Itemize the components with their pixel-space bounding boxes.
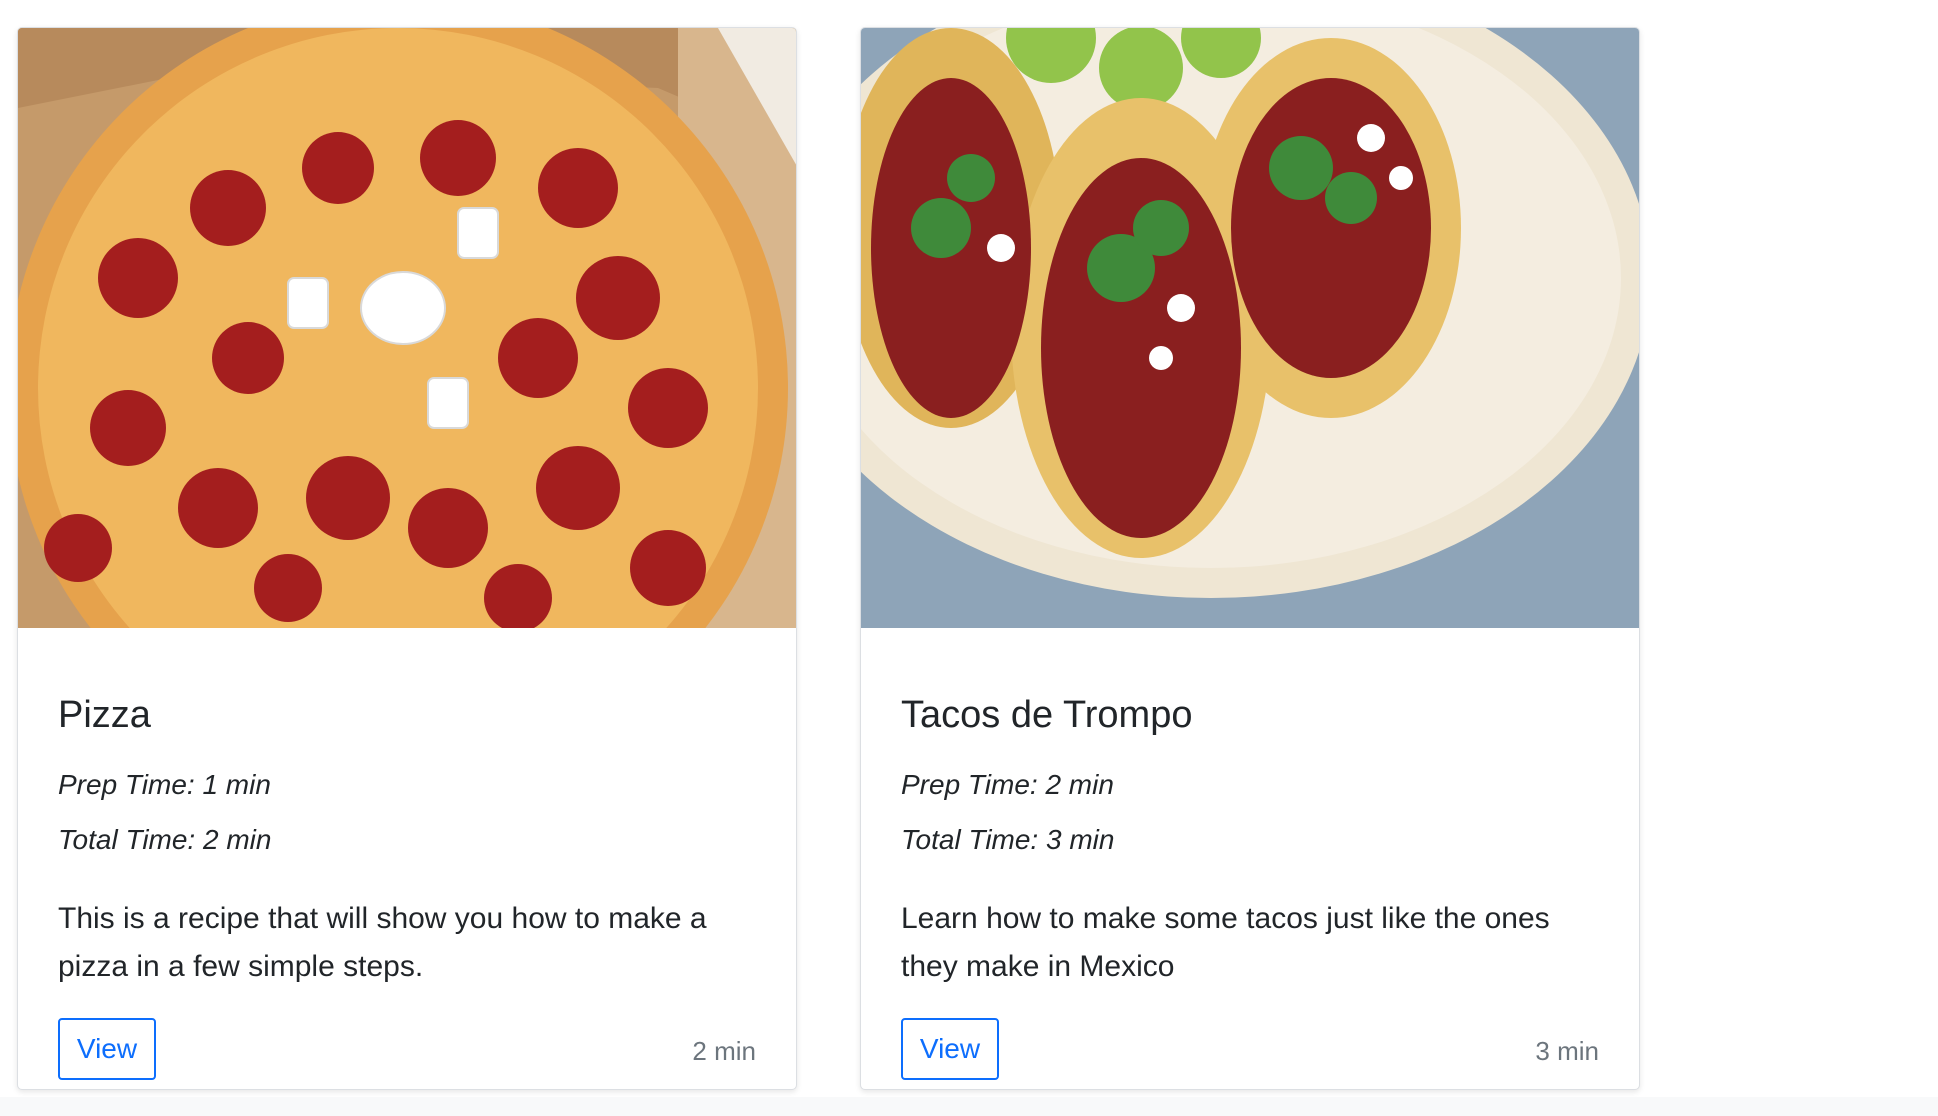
view-button[interactable]: View bbox=[901, 1018, 999, 1080]
pizza-image bbox=[18, 28, 796, 628]
total-time: Total Time: 3 min bbox=[901, 824, 1115, 855]
card-description: Learn how to make some tacos just like t… bbox=[901, 902, 1550, 983]
page-bottom-strip bbox=[0, 1097, 1938, 1116]
time-note: 3 min bbox=[1535, 1036, 1599, 1066]
card-body: Pizza Prep Time: 1 min Total Time: 2 min… bbox=[58, 628, 756, 1089]
tacos-image bbox=[861, 28, 1639, 628]
prep-time: Prep Time: 1 min bbox=[58, 769, 271, 800]
card-title: Pizza bbox=[58, 694, 151, 736]
page: Pizza Prep Time: 1 min Total Time: 2 min… bbox=[0, 0, 1938, 1116]
time-note: 2 min bbox=[692, 1036, 756, 1066]
recipe-card-pizza: Pizza Prep Time: 1 min Total Time: 2 min… bbox=[17, 27, 797, 1090]
recipe-card-tacos: Tacos de Trompo Prep Time: 2 min Total T… bbox=[860, 27, 1640, 1090]
card-title: Tacos de Trompo bbox=[901, 694, 1193, 736]
view-button[interactable]: View bbox=[58, 1018, 156, 1080]
card-description: This is a recipe that will show you how … bbox=[58, 902, 707, 983]
total-time: Total Time: 2 min bbox=[58, 824, 272, 855]
prep-time: Prep Time: 2 min bbox=[901, 769, 1114, 800]
card-body: Tacos de Trompo Prep Time: 2 min Total T… bbox=[901, 628, 1599, 1089]
